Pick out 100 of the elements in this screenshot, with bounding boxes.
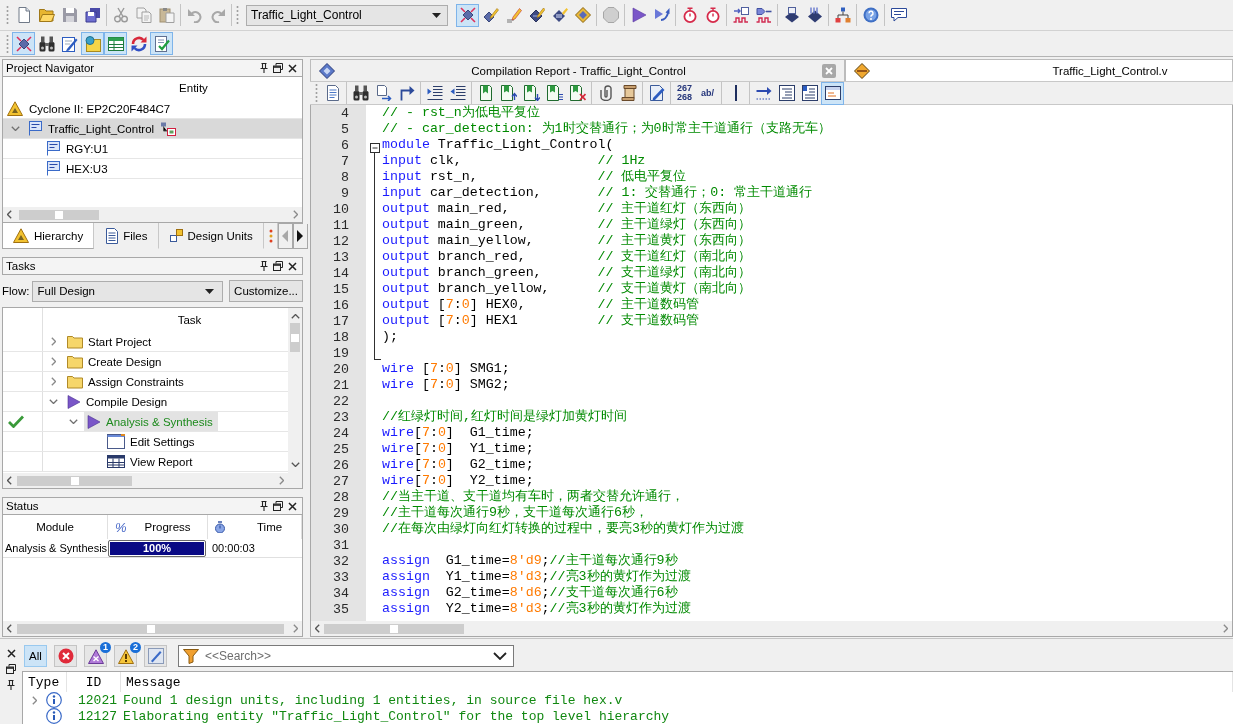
horizontal-scrollbar[interactable] (311, 621, 1232, 636)
tree-item[interactable]: Traffic_Light_Control (3, 119, 302, 139)
search-field[interactable]: <<Search>> (205, 647, 487, 665)
panel-tab[interactable]: Design Units (158, 223, 264, 249)
toolbar-button[interactable]: 267 268 (673, 81, 696, 105)
chevron-right-icon[interactable] (50, 357, 56, 366)
document-icon (105, 227, 119, 244)
chip-icon (319, 62, 335, 79)
checklist-button[interactable] (150, 32, 173, 55)
table-button[interactable] (104, 32, 127, 55)
document-icon (324, 85, 341, 101)
collapse-icon[interactable] (369, 143, 380, 153)
chevron-right-icon[interactable] (293, 624, 298, 633)
close-icon[interactable] (288, 63, 297, 73)
flow-dropdown[interactable]: Full Design (32, 280, 224, 302)
horizontal-scrollbar[interactable] (3, 207, 302, 222)
horizontal-scrollbar[interactable] (3, 473, 288, 488)
restore-icon[interactable] (273, 261, 283, 271)
task-item[interactable]: Start Project (64, 332, 157, 351)
restore-icon[interactable] (273, 63, 283, 73)
restore-icon[interactable] (273, 501, 283, 511)
chevron-right-icon[interactable] (279, 476, 284, 485)
scroll-icon (620, 85, 637, 101)
code-line: // - car_detection: 为1时交替通行；为0时常主干道通行（支路无车） (382, 121, 831, 137)
line-number: 27 (333, 473, 349, 489)
task-item[interactable]: Create Design (64, 352, 167, 371)
panel-tab[interactable]: Files (94, 223, 159, 249)
pin-icon[interactable] (260, 261, 268, 271)
chevron-left-icon[interactable] (7, 624, 12, 633)
filter-button[interactable] (54, 645, 77, 667)
chip-cross-button[interactable] (12, 32, 35, 55)
task-item[interactable]: Assign Constraints (64, 372, 189, 391)
task-item[interactable]: Analysis & Synthesis (84, 412, 218, 431)
chevron-down-icon[interactable] (493, 652, 507, 660)
line-number: 21 (333, 377, 349, 393)
filter-button[interactable]: All (24, 645, 47, 667)
chevron-left-icon[interactable] (7, 210, 12, 219)
code-line: input car_detection, // 1: 交替通行；0: 常主干道通行 (382, 185, 813, 201)
toolbar-button[interactable]: ab/ (696, 81, 719, 105)
play-icon (67, 394, 81, 409)
filter-button[interactable] (144, 645, 167, 667)
document-tab[interactable]: Traffic_Light_Control.v (845, 59, 1233, 81)
chevron-left-icon[interactable] (315, 624, 320, 633)
restore-icon[interactable] (6, 664, 16, 674)
vertical-scrollbar[interactable] (288, 308, 302, 473)
scrollbar-thumb[interactable] (290, 323, 300, 352)
close-icon[interactable] (288, 261, 297, 271)
close-icon[interactable] (288, 501, 297, 511)
chevron-right-icon[interactable] (293, 210, 298, 219)
undo-icon (186, 7, 203, 23)
tree-item[interactable]: RGY:U1 (3, 139, 302, 159)
code-line: output branch_red, // 支干道红灯（南北向） (382, 249, 752, 265)
customize-button[interactable]: Customize... (229, 280, 303, 302)
chevron-right-icon[interactable] (31, 695, 37, 705)
code-line: assign Y1_time=8'd3;//亮3秒的黄灯作为过渡 (382, 569, 691, 585)
chevron-right-icon[interactable] (50, 337, 56, 346)
scrollbar-thumb[interactable] (17, 623, 284, 634)
sticky-note-button[interactable] (81, 32, 104, 55)
task-item[interactable]: Edit Settings (104, 432, 200, 451)
filter-icon (183, 648, 199, 664)
chevron-up-icon[interactable] (290, 314, 300, 319)
info-icon (46, 692, 62, 708)
grip-icon[interactable] (315, 83, 318, 103)
scrollbar-thumb[interactable] (19, 209, 99, 220)
folder-icon (67, 334, 83, 349)
pin-icon[interactable] (7, 680, 15, 690)
pin-icon[interactable] (260, 501, 268, 511)
tree-item[interactable]: HEX:U3 (3, 159, 302, 179)
indent-icon (426, 85, 443, 101)
search-combo[interactable]: <<Search>> (178, 645, 514, 667)
folder-icon (67, 354, 83, 369)
pin-icon[interactable] (260, 63, 268, 73)
window-button[interactable] (821, 81, 844, 105)
scrollbar-thumb[interactable] (17, 475, 132, 486)
chevron-right-icon[interactable] (50, 377, 56, 386)
chip-cross-button[interactable] (456, 3, 479, 27)
task-item[interactable]: View Report (104, 452, 198, 471)
panel-tab[interactable]: Hierarchy (2, 223, 95, 249)
project-dropdown[interactable]: Traffic_Light_Control (246, 4, 448, 26)
play-arrow-icon (653, 7, 670, 23)
chevron-down-icon[interactable] (290, 462, 300, 467)
scrollbar-thumb[interactable] (324, 623, 464, 634)
speech-bubble-icon (890, 7, 907, 23)
stop-icon (602, 7, 619, 23)
corner-arrow-icon (398, 85, 415, 101)
table-icon (107, 35, 124, 52)
horizontal-scrollbar[interactable] (3, 621, 302, 636)
column-header: ID (85, 674, 102, 690)
task-item[interactable]: Compile Design (64, 392, 173, 411)
grip-icon[interactable] (236, 5, 239, 25)
chevron-left-icon[interactable] (7, 476, 12, 485)
grip-icon[interactable] (6, 33, 9, 54)
column-header: Time (257, 521, 283, 533)
grip-icon[interactable] (6, 5, 9, 25)
line-number: 8 (341, 169, 349, 185)
chevron-right-icon[interactable] (1223, 624, 1228, 633)
triangle-icon (13, 228, 29, 243)
close-icon[interactable] (6, 649, 16, 658)
text-box-icon (47, 161, 60, 176)
document-tab[interactable]: Compilation Report - Traffic_Light_Control (310, 59, 845, 81)
